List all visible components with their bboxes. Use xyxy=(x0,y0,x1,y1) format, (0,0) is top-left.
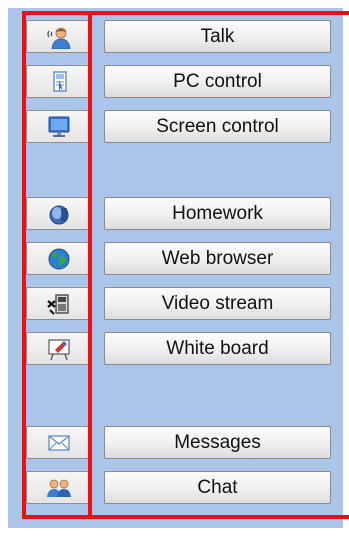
chat-icon xyxy=(47,479,71,497)
talk-icon-button[interactable] xyxy=(26,20,92,53)
homework-button[interactable]: Homework xyxy=(104,197,331,230)
homework-icon xyxy=(49,205,69,224)
web-browser-icon xyxy=(48,248,70,269)
toolbar-row-talk: Talk xyxy=(26,20,331,53)
video-stream-button[interactable]: Video stream xyxy=(104,287,331,320)
web-browser-icon-button[interactable] xyxy=(26,242,92,275)
white-board-icon xyxy=(48,338,70,360)
web-browser-button[interactable]: Web browser xyxy=(104,242,331,275)
screen-control-icon xyxy=(48,116,70,137)
toolbar-panel: Talk PC control Screen control Homework … xyxy=(8,8,343,528)
homework-icon-button[interactable] xyxy=(26,197,92,230)
toolbar-row-homework: Homework xyxy=(26,197,331,230)
toolbar-row-messages: Messages xyxy=(26,426,331,459)
toolbar-row-chat: Chat xyxy=(26,471,331,504)
screen-control-button[interactable]: Screen control xyxy=(104,110,331,143)
toolbar-row-white-board: White board xyxy=(26,332,331,365)
video-stream-icon xyxy=(47,293,69,315)
video-stream-icon-button[interactable] xyxy=(26,287,92,320)
toolbar-row-pc-control: PC control xyxy=(26,65,331,98)
toolbar-row-screen-control: Screen control xyxy=(26,110,331,143)
pc-control-button[interactable]: PC control xyxy=(104,65,331,98)
chat-button[interactable]: Chat xyxy=(104,471,331,504)
toolbar-row-video-stream: Video stream xyxy=(26,287,331,320)
white-board-button[interactable]: White board xyxy=(104,332,331,365)
chat-icon-button[interactable] xyxy=(26,471,92,504)
messages-icon-button[interactable] xyxy=(26,426,92,459)
pc-control-icon-button[interactable] xyxy=(26,65,92,98)
white-board-icon-button[interactable] xyxy=(26,332,92,365)
talk-icon xyxy=(47,27,71,49)
screen-control-icon-button[interactable] xyxy=(26,110,92,143)
toolbar-row-web-browser: Web browser xyxy=(26,242,331,275)
talk-button[interactable]: Talk xyxy=(104,20,331,53)
messages-icon xyxy=(48,434,70,451)
messages-button[interactable]: Messages xyxy=(104,426,331,459)
pc-control-icon xyxy=(53,70,67,92)
